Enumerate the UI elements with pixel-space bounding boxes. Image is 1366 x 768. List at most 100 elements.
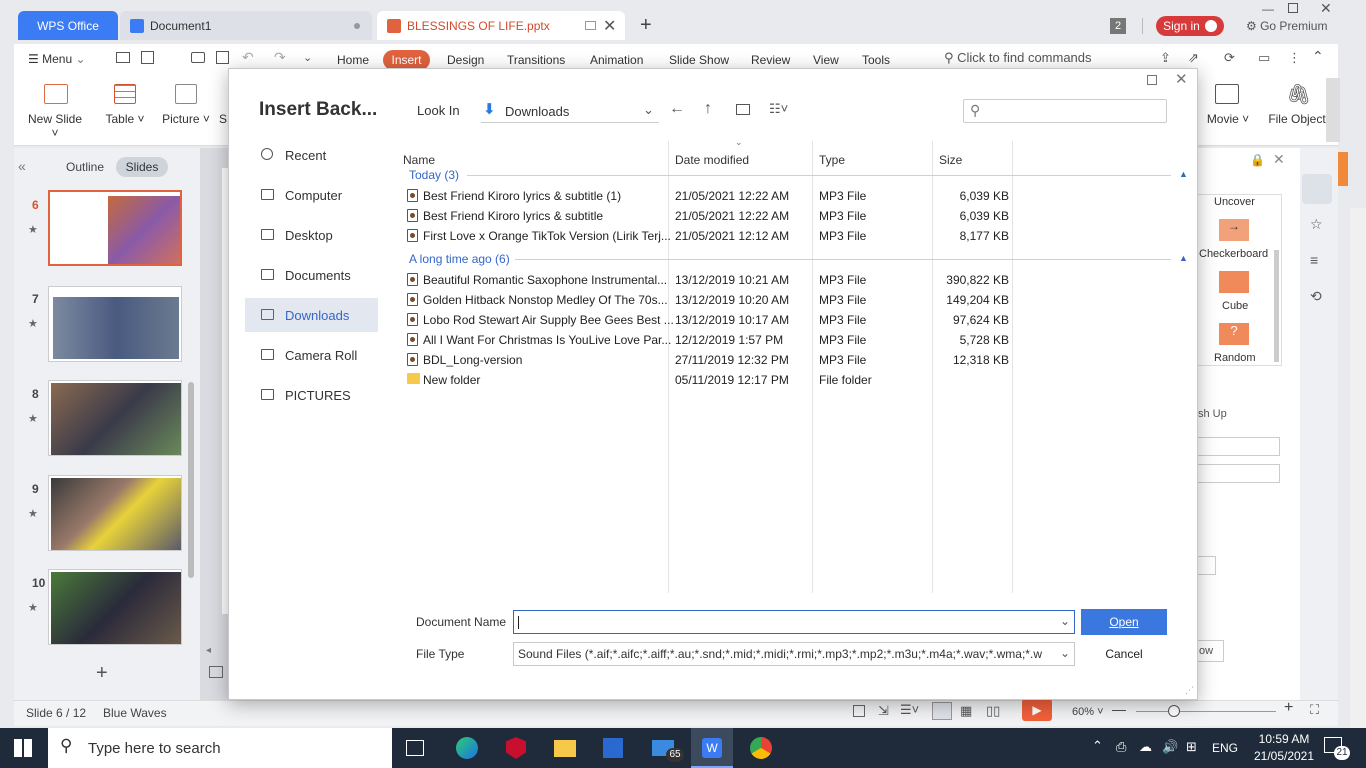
add-slide-icon[interactable]: +: [96, 662, 108, 685]
onedrive-icon[interactable]: ☁: [1139, 739, 1152, 755]
minimize-icon[interactable]: —: [1262, 2, 1274, 16]
tab-tools[interactable]: Tools: [862, 53, 890, 67]
sign-in-button[interactable]: Sign in: [1156, 16, 1224, 36]
new-slide-button[interactable]: New Slide ˅: [24, 112, 86, 140]
tab-outline[interactable]: Outline: [66, 160, 104, 174]
slide-thumbnail-8[interactable]: [48, 380, 182, 456]
collapse-group-icon[interactable]: ▲: [1179, 169, 1188, 179]
file-search-input[interactable]: ⚲: [963, 99, 1167, 123]
tab-blessings-of-life[interactable]: BLESSINGS OF LIFE.pptx ✕: [377, 11, 625, 40]
close-window-icon[interactable]: ✕: [1320, 0, 1332, 17]
sound-field[interactable]: [1196, 464, 1280, 483]
slide-sorter-icon[interactable]: ▦: [960, 703, 972, 719]
command-search[interactable]: ⚲ Click to find commands: [944, 50, 1092, 66]
speed-field[interactable]: [1196, 437, 1280, 456]
look-in-dropdown[interactable]: ⬇ Downloads ⌄: [481, 99, 659, 123]
edge-icon[interactable]: [456, 737, 478, 759]
transition-tool-icon[interactable]: [1302, 174, 1332, 204]
print-preview-icon[interactable]: [216, 51, 229, 64]
tab-insert[interactable]: Insert: [383, 50, 430, 70]
nav-computer[interactable]: Computer: [245, 178, 378, 212]
column-date-modified[interactable]: Date modified: [675, 153, 749, 167]
file-type-select[interactable]: Sound Files (*.aif;*.aifc;*.aiff;*.au;*.…: [513, 642, 1075, 666]
column-type[interactable]: Type: [819, 153, 845, 167]
open-button[interactable]: Open: [1081, 609, 1167, 635]
file-explorer-icon[interactable]: [554, 740, 576, 757]
file-object-button[interactable]: File Object: [1266, 112, 1328, 126]
zoom-in-icon[interactable]: +: [1284, 699, 1293, 717]
dialog-close-icon[interactable]: ✕: [1175, 70, 1188, 88]
language-indicator[interactable]: ENG: [1212, 741, 1238, 755]
transition-uncover[interactable]: Uncover: [1214, 196, 1255, 208]
fit-icon[interactable]: [853, 705, 865, 717]
notes-icon[interactable]: [209, 666, 223, 678]
settings-tool-icon[interactable]: ≡: [1310, 252, 1318, 268]
column-size[interactable]: Size: [939, 153, 962, 167]
nav-desktop[interactable]: Desktop: [245, 218, 378, 252]
up-arrow-icon[interactable]: ↑: [704, 100, 712, 118]
tab-wps-office[interactable]: WPS Office: [18, 11, 118, 40]
file-row[interactable]: Best Friend Kiroro lyrics & subtitle (1)…: [405, 186, 1013, 206]
collapse-group-icon[interactable]: ▲: [1179, 253, 1188, 263]
collapse-panel-icon[interactable]: «: [18, 158, 26, 174]
comment-icon[interactable]: ▭: [1258, 50, 1270, 66]
fit-window-icon[interactable]: ⛶: [1310, 702, 1319, 718]
task-view-icon[interactable]: [406, 740, 424, 756]
network-icon[interactable]: ⊞: [1186, 739, 1197, 755]
slide-thumbnail-9[interactable]: [48, 475, 182, 551]
collapse-ribbon-icon[interactable]: ⌃: [1312, 48, 1324, 65]
print-icon[interactable]: [191, 52, 205, 63]
save-icon[interactable]: [141, 51, 154, 64]
cancel-button[interactable]: Cancel: [1081, 641, 1167, 667]
float-window-icon[interactable]: [585, 21, 596, 30]
file-row[interactable]: First Love x Orange TikTok Version (Liri…: [405, 226, 1013, 246]
slide-thumbnail-6[interactable]: [48, 190, 182, 266]
expand-arrow-icon[interactable]: [1326, 78, 1340, 142]
tab-review[interactable]: Review: [751, 53, 790, 67]
share-icon[interactable]: ⇪: [1160, 50, 1171, 66]
tab-document1[interactable]: Document1: [120, 11, 372, 40]
play-button[interactable]: ow: [1196, 640, 1224, 662]
nav-pictures[interactable]: PICTURES: [245, 378, 378, 412]
maximize-icon[interactable]: [1288, 3, 1298, 13]
clock[interactable]: 10:59 AM 21/05/2021: [1252, 731, 1316, 765]
column-name[interactable]: Name: [403, 153, 435, 167]
tab-animation[interactable]: Animation: [590, 53, 643, 67]
zoom-out-icon[interactable]: —: [1112, 701, 1126, 717]
group-header-today[interactable]: Today (3): [409, 168, 459, 182]
transition-checkerboard[interactable]: Checkerboard: [1199, 248, 1269, 260]
tab-view[interactable]: View: [813, 53, 839, 67]
premium-button[interactable]: ⚙ Go Premium: [1246, 19, 1327, 33]
file-row[interactable]: All I Want For Christmas Is YouLive Love…: [405, 330, 1013, 350]
customize-icon[interactable]: ⌄: [303, 51, 312, 64]
file-row[interactable]: Lobo Rod Stewart Air Supply Bee Gees Bes…: [405, 310, 1013, 330]
menu-button[interactable]: ☰ Menu ⌄: [28, 52, 86, 66]
movie-button[interactable]: Movie ˅: [1206, 112, 1250, 126]
file-row[interactable]: Best Friend Kiroro lyrics & subtitle 21/…: [405, 206, 1013, 226]
export-icon[interactable]: ⇗: [1188, 50, 1199, 66]
lock-icon[interactable]: 🔒: [1250, 153, 1265, 167]
slide-thumbnail-10[interactable]: [48, 569, 182, 645]
chevron-down-icon[interactable]: ⌄: [1057, 646, 1070, 660]
new-folder-icon[interactable]: [736, 104, 750, 115]
nav-recent[interactable]: Recent: [245, 138, 378, 172]
tab-slides[interactable]: Slides: [116, 157, 168, 177]
back-arrow-icon[interactable]: ←: [669, 100, 685, 118]
file-row[interactable]: Golden Hitback Nonstop Medley Of The 70s…: [405, 290, 1013, 310]
gallery-scrollbar[interactable]: [1274, 250, 1279, 362]
align-icon[interactable]: ☰˅: [900, 702, 919, 718]
tab-slide-show[interactable]: Slide Show: [669, 53, 729, 67]
picture-button[interactable]: Picture ˅: [162, 112, 210, 126]
slideshow-play-button[interactable]: ▶: [1022, 699, 1052, 721]
transition-cube[interactable]: Cube: [1222, 300, 1248, 312]
transition-random[interactable]: Random: [1214, 352, 1256, 364]
redo-icon[interactable]: ↷: [274, 49, 286, 66]
chrome-icon[interactable]: [750, 737, 772, 759]
open-icon[interactable]: [116, 52, 130, 63]
close-tab-icon[interactable]: ✕: [603, 16, 616, 36]
normal-view-icon[interactable]: [932, 702, 952, 720]
resize-grip-icon[interactable]: ⋰: [1185, 685, 1194, 696]
close-panel-icon[interactable]: ✕: [1273, 151, 1285, 168]
zoom-slider-handle[interactable]: [1168, 705, 1180, 717]
volume-icon[interactable]: 🔊: [1162, 739, 1178, 755]
